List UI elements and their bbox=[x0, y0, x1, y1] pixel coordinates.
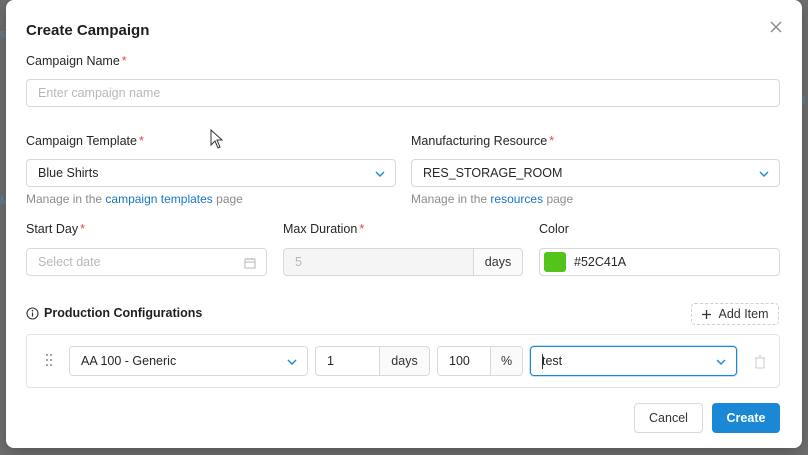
color-hex-value: #52C41A bbox=[574, 255, 627, 269]
qty-value: 1 bbox=[327, 354, 334, 368]
campaign-template-label: Campaign Template * bbox=[26, 134, 144, 148]
mouse-cursor-icon bbox=[210, 129, 224, 149]
campaign-template-value: Blue Shirts bbox=[38, 166, 99, 180]
tag-select[interactable]: test bbox=[530, 346, 737, 376]
plus-icon bbox=[702, 309, 712, 319]
campaign-templates-link[interactable]: campaign templates bbox=[105, 192, 212, 206]
close-icon[interactable] bbox=[768, 19, 784, 35]
campaign-name-input[interactable]: Enter campaign name bbox=[26, 79, 780, 107]
item-select[interactable]: AA 100 - Generic bbox=[69, 346, 308, 376]
max-duration-input[interactable]: 5 days bbox=[283, 248, 523, 276]
text-caret bbox=[542, 354, 543, 369]
percent-input[interactable]: 100 % bbox=[437, 346, 523, 376]
color-label: Color bbox=[539, 222, 569, 236]
start-day-label: Start Day * bbox=[26, 222, 85, 236]
manufacturing-resource-label: Manufacturing Resource * bbox=[411, 134, 555, 148]
manufacturing-resource-select[interactable]: RES_STORAGE_ROOM bbox=[411, 159, 780, 187]
qty-input[interactable]: 1 days bbox=[315, 346, 430, 376]
color-swatch[interactable] bbox=[544, 252, 566, 272]
campaign-template-hint: Manage in the campaign templates page bbox=[26, 192, 243, 206]
delete-icon[interactable] bbox=[754, 355, 766, 369]
max-duration-value: 5 bbox=[295, 255, 302, 269]
drag-handle-icon[interactable] bbox=[45, 353, 53, 367]
info-icon bbox=[26, 306, 39, 320]
production-config-row: AA 100 - Generic 1 days 100 % test bbox=[26, 334, 780, 388]
color-picker[interactable]: #52C41A bbox=[539, 248, 780, 276]
start-day-datepicker[interactable]: Select date bbox=[26, 248, 267, 276]
chevron-down-icon bbox=[759, 171, 769, 177]
qty-unit: days bbox=[379, 347, 429, 375]
create-button[interactable]: Create bbox=[712, 403, 780, 433]
start-day-placeholder: Select date bbox=[38, 255, 101, 269]
modal-title: Create Campaign bbox=[26, 22, 150, 39]
cancel-button[interactable]: Cancel bbox=[634, 403, 703, 433]
max-duration-label: Max Duration * bbox=[283, 222, 365, 236]
resources-link[interactable]: resources bbox=[490, 192, 543, 206]
calendar-icon bbox=[244, 258, 256, 269]
campaign-name-placeholder: Enter campaign name bbox=[38, 86, 161, 100]
tag-select-value: test bbox=[542, 354, 563, 368]
manufacturing-resource-value: RES_STORAGE_ROOM bbox=[423, 166, 563, 180]
production-configurations-heading: Production Configurations bbox=[26, 306, 202, 320]
percent-unit: % bbox=[490, 347, 522, 375]
manufacturing-resource-hint: Manage in the resources page bbox=[411, 192, 574, 206]
campaign-template-select[interactable]: Blue Shirts bbox=[26, 159, 396, 187]
max-duration-unit: days bbox=[473, 249, 522, 275]
chevron-down-icon bbox=[287, 359, 297, 365]
campaign-name-label: Campaign Name * bbox=[26, 54, 127, 68]
add-item-button[interactable]: Add Item bbox=[691, 303, 779, 325]
create-campaign-modal: Create Campaign Campaign Name * Enter cam… bbox=[6, 0, 802, 448]
item-select-value: AA 100 - Generic bbox=[81, 354, 177, 368]
background-fragment: s bbox=[0, 28, 6, 40]
chevron-down-icon bbox=[716, 359, 726, 365]
chevron-down-icon bbox=[375, 171, 385, 177]
percent-value: 100 bbox=[449, 354, 470, 368]
